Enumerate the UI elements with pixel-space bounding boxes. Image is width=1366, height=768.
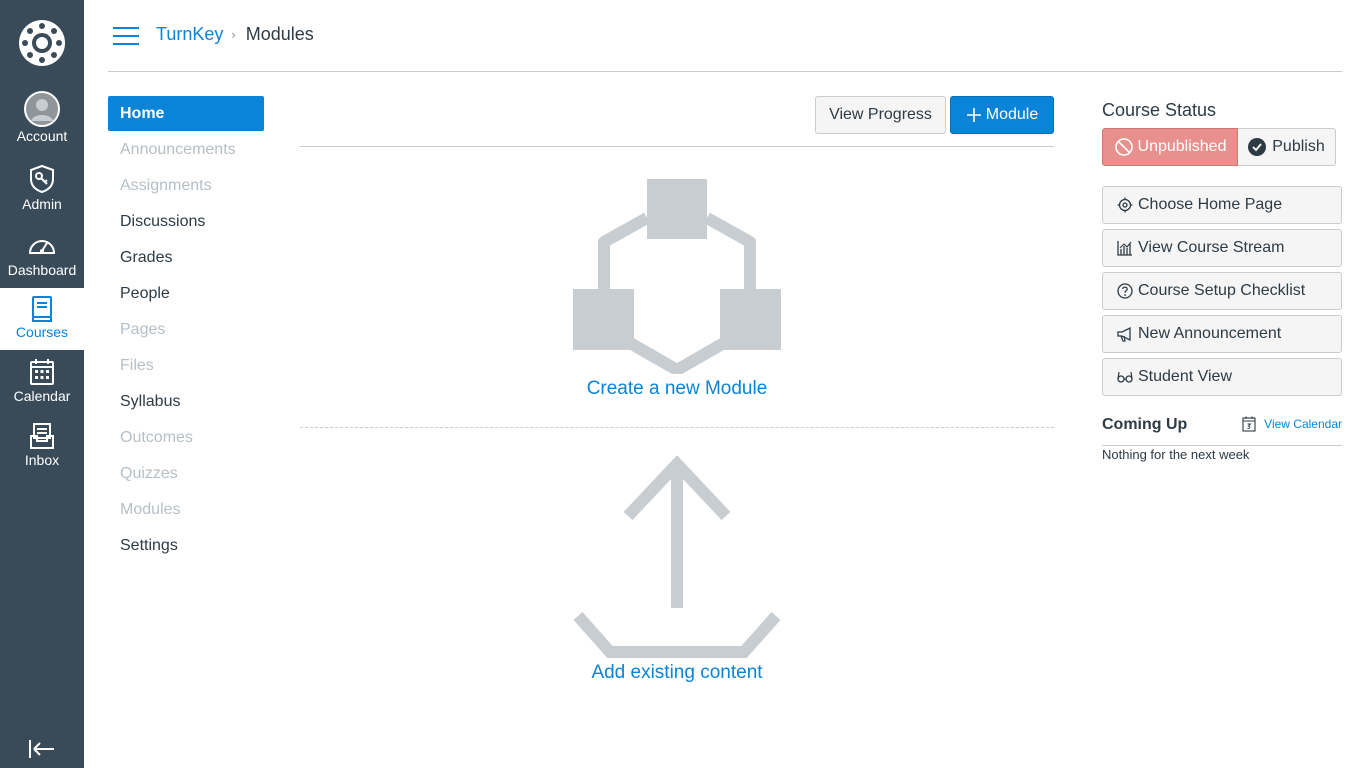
student-view-label: Student View [1138, 368, 1232, 385]
course-setup-checklist-label: Course Setup Checklist [1138, 282, 1306, 299]
nav-admin[interactable]: Admin [0, 162, 84, 224]
global-nav: Account Admin Dashboard Courses Calendar… [0, 0, 84, 768]
nav-account[interactable]: Account [0, 90, 84, 152]
nav-calendar[interactable]: Calendar [0, 356, 84, 418]
coming-up-title: Coming Up [1102, 416, 1188, 433]
canvas-logo-icon[interactable] [19, 20, 65, 66]
choose-home-page-button[interactable]: Choose Home Page [1102, 186, 1342, 224]
view-progress-label: View Progress [829, 106, 932, 123]
course-nav-item-discussions[interactable]: Discussions [108, 204, 264, 240]
course-stream-chart-icon [1117, 241, 1132, 256]
calendar-small-icon [1242, 416, 1256, 432]
admin-shield-icon [30, 164, 54, 194]
create-module-link[interactable]: Create a new Module [587, 378, 768, 399]
breadcrumb-course-link[interactable]: TurnKey [156, 24, 223, 45]
new-announcement-label: New Announcement [1138, 325, 1282, 342]
nav-inbox[interactable]: Inbox [0, 420, 84, 482]
home-page-gear-icon [1117, 197, 1133, 213]
add-module-label: Module [985, 106, 1039, 123]
course-nav-item-settings[interactable]: Settings [108, 528, 264, 564]
view-course-stream-label: View Course Stream [1138, 239, 1285, 256]
dashed-divider [300, 427, 1054, 428]
nav-calendar-label: Calendar [13, 388, 71, 404]
header-divider [108, 71, 1342, 72]
breadcrumb-separator: › [231, 26, 236, 42]
coming-up-header: Coming Up View Calendar [1102, 416, 1342, 446]
megaphone-icon [1117, 326, 1131, 342]
nav-account-label: Account [16, 128, 68, 144]
publish-toggle-group: Unpublished Publish [1102, 128, 1336, 166]
course-nav-item-people[interactable]: People [108, 276, 264, 312]
course-status-title: Course Status [1102, 100, 1217, 120]
publish-label: Publish [1272, 138, 1325, 155]
course-nav-item-announcements[interactable]: Announcements [108, 132, 264, 168]
nav-dashboard[interactable]: Dashboard [0, 230, 84, 292]
question-circle-icon [1117, 283, 1133, 299]
add-existing-content-link[interactable]: Add existing content [591, 662, 762, 683]
course-nav-item-syllabus[interactable]: Syllabus [108, 384, 264, 420]
course-nav-item-grades[interactable]: Grades [108, 240, 264, 276]
course-nav-item-outcomes[interactable]: Outcomes [108, 420, 264, 456]
courses-book-icon [32, 296, 52, 322]
add-module-button[interactable]: Module [950, 96, 1054, 134]
unpublished-button[interactable]: Unpublished [1102, 128, 1238, 166]
new-announcement-button[interactable]: New Announcement [1102, 315, 1342, 353]
breadcrumb: TurnKey › Modules [156, 22, 314, 46]
view-course-stream-button[interactable]: View Course Stream [1102, 229, 1342, 267]
create-module-area: Create a new Module [300, 378, 1054, 400]
publish-button[interactable]: Publish [1238, 128, 1336, 166]
view-calendar-link[interactable]: View Calendar [1242, 416, 1342, 432]
plus-icon [966, 108, 981, 122]
calendar-icon [30, 359, 54, 385]
course-nav-item-quizzes[interactable]: Quizzes [108, 456, 264, 492]
course-nav: Home Announcements Assignments Discussions G… [108, 96, 264, 564]
glasses-icon [1117, 371, 1133, 383]
course-nav-item-modules[interactable]: Modules [108, 492, 264, 528]
nav-admin-label: Admin [22, 196, 62, 212]
course-nav-item-pages[interactable]: Pages [108, 312, 264, 348]
add-existing-area: Add existing content [300, 662, 1054, 684]
nav-courses-label: Courses [15, 324, 69, 340]
coming-up-empty-text: Nothing for the next week [1102, 447, 1250, 462]
upload-arrow-icon [573, 456, 781, 658]
unpublished-label: Unpublished [1137, 138, 1227, 155]
choose-home-page-label: Choose Home Page [1138, 196, 1283, 213]
nav-dashboard-label: Dashboard [7, 262, 77, 278]
unpublished-icon [1114, 138, 1133, 156]
breadcrumb-current: Modules [245, 23, 314, 44]
collapse-nav-icon[interactable] [28, 738, 56, 760]
hamburger-menu-icon[interactable] [113, 26, 139, 46]
module-structure-icon [573, 179, 781, 374]
view-calendar-label: View Calendar [1264, 417, 1342, 431]
course-nav-item-assignments[interactable]: Assignments [108, 168, 264, 204]
dashboard-speedometer-icon [28, 240, 56, 254]
view-progress-button[interactable]: View Progress [815, 96, 946, 134]
nav-inbox-label: Inbox [24, 452, 60, 468]
account-avatar-icon [24, 91, 60, 127]
student-view-button[interactable]: Student View [1102, 358, 1342, 396]
course-nav-item-files[interactable]: Files [108, 348, 264, 384]
course-nav-item-home[interactable]: Home [108, 96, 264, 131]
course-setup-checklist-button[interactable]: Course Setup Checklist [1102, 272, 1342, 310]
main-divider [300, 146, 1054, 147]
nav-courses[interactable]: Courses [0, 288, 84, 350]
check-circle-icon [1248, 138, 1267, 156]
inbox-icon [30, 423, 54, 449]
